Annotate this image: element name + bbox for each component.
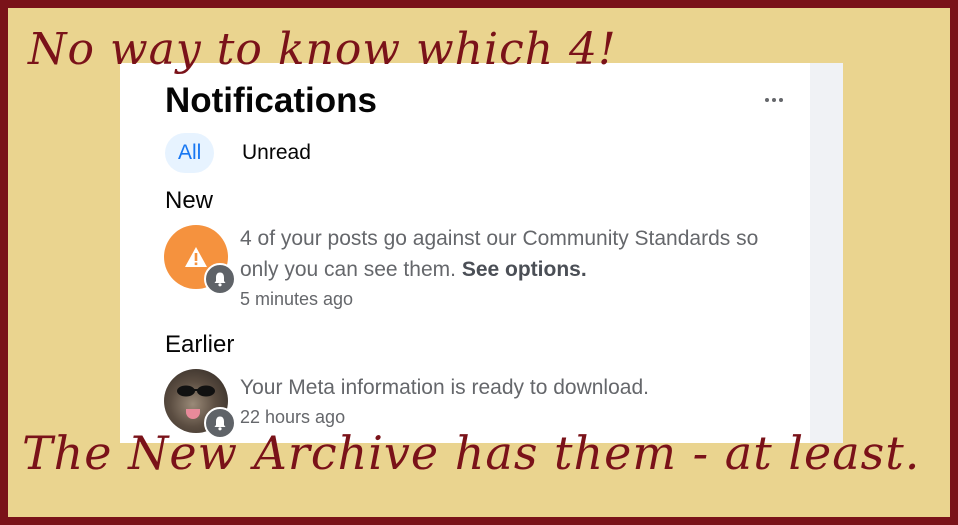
panel-scroll-gutter [810,63,843,443]
page-title: Notifications [165,81,377,120]
bell-icon [204,263,236,295]
section-heading-new: New [165,187,214,214]
caption-bottom: The New Archive has them - at least. [22,426,921,480]
see-options-link[interactable]: See options. [462,258,587,281]
notification-time: 22 hours ago [240,407,346,427]
sunglasses-icon [177,385,215,397]
warning-icon [185,247,207,267]
notification-text[interactable]: Your Meta information is ready to downlo… [240,372,800,403]
more-options-icon[interactable] [760,89,788,111]
caption-top: No way to know which 4! [28,24,617,75]
tab-unread[interactable]: Unread [229,133,324,173]
tab-all[interactable]: All [165,133,215,173]
dog-tongue [186,409,200,419]
notification-text[interactable]: 4 of your posts go against our Community… [240,223,800,285]
notification-time: 5 minutes ago [240,289,354,309]
notifications-panel: Notifications All Unread New 4 of your p… [120,63,843,443]
section-heading-earlier: Earlier [165,331,235,358]
